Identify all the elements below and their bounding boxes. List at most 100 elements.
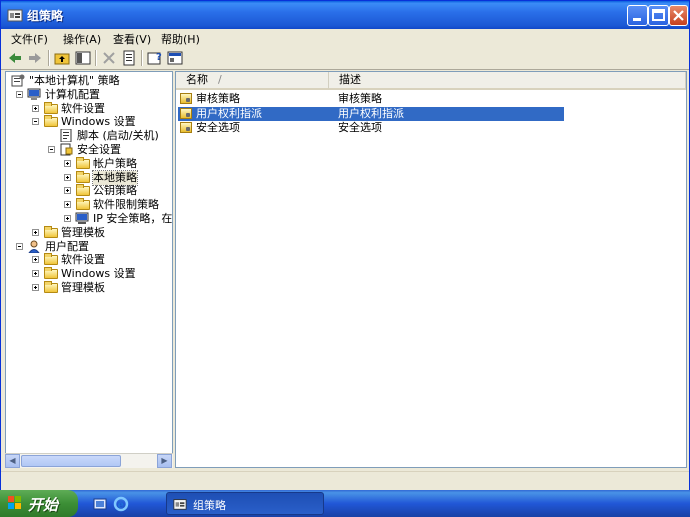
collapse-icon[interactable] (16, 242, 23, 250)
tree-item[interactable]: 脚本 (启动/关机) (6, 128, 172, 143)
back-arrow-icon[interactable] (7, 50, 23, 66)
menu-file[interactable]: 文件(F) (11, 31, 48, 47)
tree-item[interactable]: Windows 设置 (6, 115, 172, 129)
expand-icon[interactable] (64, 159, 71, 167)
tree-horizontal-scrollbar[interactable]: ◀ ▶ (5, 453, 173, 468)
scroll-thumb[interactable] (21, 455, 121, 467)
list-item[interactable]: 用户权利指派 用户权利指派 (178, 106, 564, 121)
console-icon[interactable] (167, 50, 183, 66)
collapse-icon[interactable] (16, 90, 23, 98)
internet-explorer-icon[interactable]: e (113, 496, 129, 512)
policy-folder-icon (180, 122, 192, 133)
menu-bar: 文件(F) 操作(A) 查看(V) 帮助(H) (1, 29, 689, 48)
expand-icon[interactable] (64, 201, 71, 209)
expand-icon[interactable] (64, 173, 71, 181)
title-bar[interactable]: 组策略 (1, 1, 689, 29)
tree-item-label: IP 安全策略，在 (93, 212, 173, 225)
group-policy-app-icon (7, 9, 23, 22)
tree-item-label: 安全设置 (77, 143, 121, 156)
close-button[interactable] (669, 5, 688, 26)
list-item[interactable]: 安全选项 安全选项 (178, 121, 564, 135)
policy-folder-icon (180, 93, 192, 104)
expand-icon[interactable] (64, 187, 71, 195)
scroll-left-button[interactable]: ◀ (5, 454, 20, 468)
tree-item-label: 管理模板 (61, 225, 105, 239)
menu-view[interactable]: 查看(V) (113, 31, 151, 47)
expand-icon[interactable] (32, 228, 39, 236)
tree-item-label: 公钥策略 (93, 184, 137, 198)
menu-help[interactable]: 帮助(H) (161, 31, 200, 47)
list-item-description: 审核策略 (338, 92, 382, 105)
ip-security-icon (75, 212, 89, 225)
security-icon (59, 143, 73, 156)
maximize-button[interactable] (648, 5, 669, 26)
tree-item[interactable]: 计算机配置 (6, 88, 172, 102)
list-item-description: 用户权利指派 (338, 106, 404, 120)
tree-item[interactable]: 本地策略 (6, 169, 172, 186)
expand-icon[interactable] (32, 256, 39, 264)
toolbar: ? (1, 47, 689, 70)
show-desktop-icon[interactable] (92, 496, 108, 512)
tree-item-label: 本地策略 (92, 169, 138, 186)
folder-icon (76, 156, 90, 169)
forward-arrow-icon[interactable] (27, 50, 43, 66)
tree-item-label: "本地计算机" 策略 (29, 74, 120, 87)
menu-action[interactable]: 操作(A) (63, 31, 101, 47)
taskbar-group-policy-button[interactable]: 组策略 (166, 492, 324, 515)
collapse-icon[interactable] (32, 118, 39, 126)
windows-flag-icon (8, 496, 21, 509)
folder-icon (44, 115, 58, 128)
show-hide-tree-icon[interactable] (75, 50, 91, 66)
svg-text:?: ? (156, 52, 162, 63)
tree-item[interactable]: IP 安全策略，在 (6, 212, 172, 226)
svg-text:e: e (118, 500, 124, 511)
folder-icon (44, 267, 58, 280)
collapse-icon[interactable] (48, 146, 55, 153)
policy-icon (11, 74, 25, 87)
folder-icon (44, 225, 58, 238)
expand-icon[interactable] (32, 270, 39, 278)
expand-icon[interactable] (32, 104, 39, 112)
help-icon[interactable]: ? (147, 50, 163, 66)
start-button[interactable]: 开始 (0, 490, 78, 517)
list-item-name: 审核策略 (196, 92, 240, 105)
maximize-icon (652, 9, 665, 21)
toolbar-separator (48, 50, 50, 66)
list-item[interactable]: 审核策略 审核策略 (178, 92, 564, 106)
tree-item[interactable]: 用户配置 (6, 240, 172, 254)
tree-item[interactable]: "本地计算机" 策略 (6, 74, 172, 88)
tree-item-label: 脚本 (启动/关机) (77, 129, 159, 143)
column-header-name[interactable]: 名称 / (176, 72, 329, 90)
user-icon (27, 240, 41, 254)
window-title: 组策略 (27, 9, 64, 23)
tree-item-label: 软件限制策略 (93, 198, 159, 212)
folder-icon (76, 184, 90, 197)
column-header-name-label: 名称 (186, 73, 208, 86)
expand-icon[interactable] (64, 215, 71, 222)
delete-icon[interactable] (101, 50, 117, 66)
scroll-right-button[interactable]: ▶ (157, 454, 172, 468)
minimize-button[interactable] (627, 5, 648, 26)
toolbar-separator (141, 50, 143, 66)
up-folder-icon[interactable] (54, 50, 70, 66)
tree-item-label: 管理模板 (61, 281, 105, 294)
sort-indicator: / (218, 73, 222, 86)
tree-item-label: 帐户策略 (93, 156, 137, 170)
tree-item[interactable]: 软件限制策略 (6, 198, 172, 212)
tree-item[interactable]: 管理模板 (6, 225, 172, 240)
tree-pane[interactable]: "本地计算机" 策略 计算机配置 软件设置 Windows 设置 脚本 (启动/关机) 安… (5, 71, 173, 468)
column-header-description-label: 描述 (339, 73, 361, 86)
properties-icon[interactable] (121, 50, 137, 66)
tree-item[interactable]: 软件设置 (6, 101, 172, 116)
column-header-description[interactable]: 描述 (329, 72, 686, 90)
tree-item-label: Windows 设置 (61, 267, 136, 281)
tree-item[interactable]: Windows 设置 (6, 267, 172, 281)
tree-item[interactable]: 公钥策略 (6, 184, 172, 198)
computer-icon (27, 88, 41, 101)
tree-item[interactable]: 安全设置 (6, 143, 172, 157)
tree-item[interactable]: 帐户策略 (6, 156, 172, 171)
details-list-pane[interactable]: 名称 / 描述 审核策略 审核策略 用户权利指派 用户权利指派 安全选项 安全选项 (175, 71, 687, 468)
expand-icon[interactable] (32, 284, 39, 291)
tree-item[interactable]: 软件设置 (6, 253, 172, 267)
tree-item[interactable]: 管理模板 (6, 281, 172, 295)
